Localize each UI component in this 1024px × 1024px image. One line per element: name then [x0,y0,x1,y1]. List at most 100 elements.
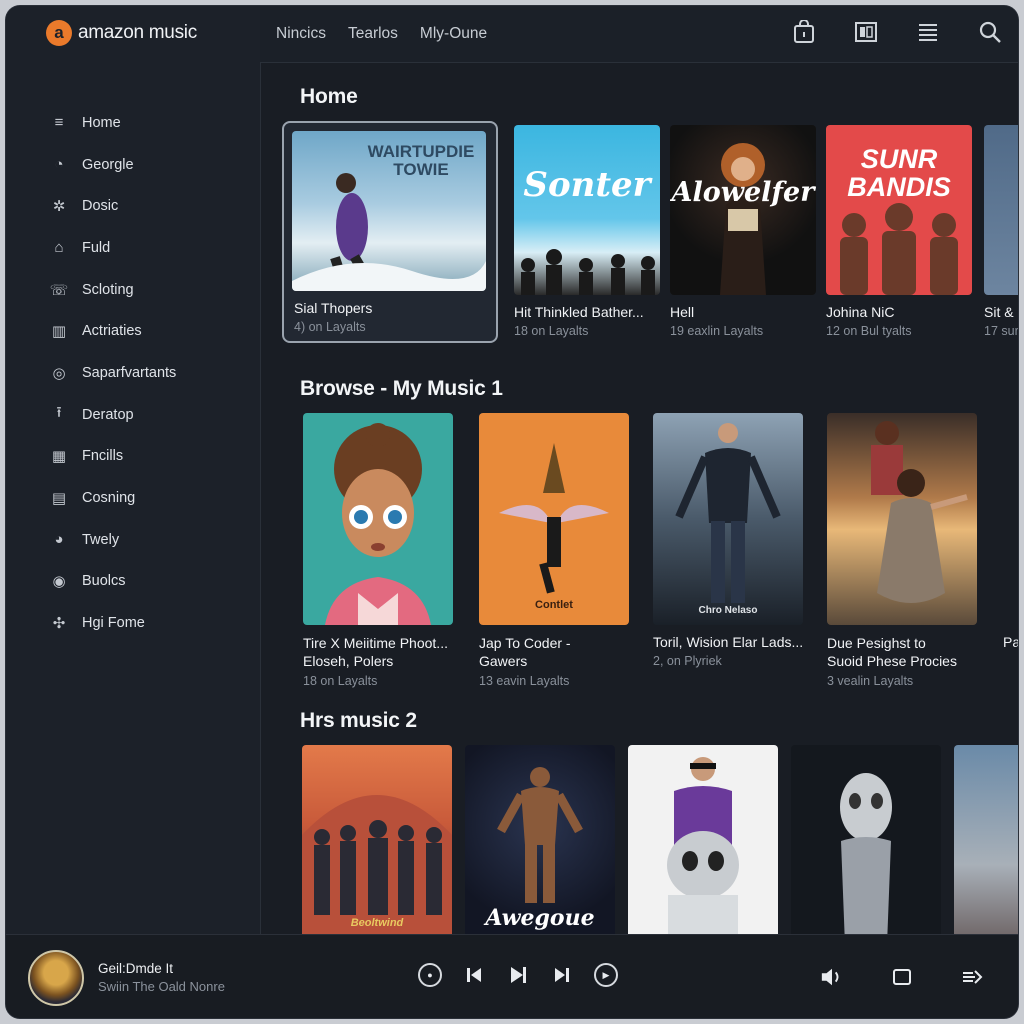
sidebar-item-fuld[interactable]: ⌂ Fuld [6,227,260,269]
sidebar-item-label: Scloting [82,281,134,298]
search-icon[interactable] [976,18,1004,46]
sidebar-item-scloting[interactable]: ☏ Scloting [6,269,260,311]
album-art [984,125,1018,295]
album-card[interactable]: Pa [1003,413,1018,650]
album-card[interactable] [954,745,1018,934]
library-icon[interactable] [852,18,880,46]
album-card[interactable] [628,745,778,934]
album-art: Alowelfer [670,125,816,295]
header-actions [790,18,1004,46]
brand-name: amazon music [78,22,197,43]
album-art: WAIRTUPDIE TOWIE [292,131,486,291]
album-title: Tire X Meiitime Phoot... Eloseh, Polers [303,635,448,669]
sidebar-item-dosic[interactable]: ✲ Dosic [6,185,260,227]
album-art [303,413,453,625]
puzzle-icon: ✣ [52,615,66,633]
album-card[interactable]: Beoltwind [302,745,452,934]
album-card[interactable] [791,745,941,934]
sidebar-item-label: Saparfvartants [82,364,177,381]
brand-logo[interactable]: a amazon music [46,20,197,46]
tab-tearlos[interactable]: Tearlos [348,25,398,43]
upload-icon: ⭱ [56,404,62,422]
album-title: Due Pesighst to Suoid Phese Procies [827,635,957,669]
album-subtitle: 18 on Layalts [514,324,589,338]
album-title: Hit Thinkled Bather... [514,304,644,320]
section-title-home: Home [300,85,358,108]
now-playing-artist[interactable]: Swiin The Oald Nonre [98,979,225,994]
chart-icon: ▥ [51,323,67,341]
album-card[interactable]: Awegoue [465,745,615,934]
sidebar-item-label: Actriaties [82,323,142,340]
sidebar-item-fncills[interactable]: ▦ Fncills [6,436,260,478]
phone-icon: ☏ [49,281,69,299]
sidebar-item-label: Home [82,114,121,131]
sidebar-item-buolcs[interactable]: ◉ Buolcs [6,561,260,603]
tab-mly-oune[interactable]: Mly-Oune [420,25,487,43]
sidebar-item-georgle[interactable]: ◔ Georgle [6,144,260,186]
miniplayer-icon[interactable] [890,965,914,989]
next-circle-icon[interactable]: ▶ [594,963,618,987]
sidebar-item-label: Hgi Fome [82,615,145,632]
playback-controls: ● ▶ [418,963,618,987]
album-card[interactable]: Sonter Hit Thinkled Bather... 18 on Laya… [514,125,660,338]
now-playing-artwork[interactable] [28,950,84,1006]
album-card[interactable]: Alowelfer Hell 19 eaxlin Layalts [670,125,816,338]
album-art-text: Beoltwind [350,917,404,929]
sidebar-item-label: Fncills [82,448,124,465]
album-art-text: Awegoue [485,905,595,931]
album-card[interactable]: Sit & 17 sur [984,125,1018,338]
sidebar-item-deratop[interactable]: ⭱ Deratop [6,394,260,436]
play-icon[interactable] [506,963,530,987]
album-title: Johina NiC [826,304,895,320]
section-title-browse: Browse - My Music 1 [300,377,503,400]
cloud-icon: ◕ [54,531,64,549]
clock-icon: ◔ [54,156,64,174]
album-art: Chro Nelaso [653,413,803,625]
bag-icon[interactable] [790,18,818,46]
queue-arrow-icon[interactable] [960,965,984,989]
album-title: Sial Thopers [294,300,373,316]
tab-nincics[interactable]: Nincics [276,25,326,43]
sidebar-item-label: Cosning [82,490,136,507]
player-bar: Geil:Dmde It Swiin The Oald Nonre ● ▶ [6,934,1018,1018]
settings-icon: ✲ [52,198,66,216]
queue-icon[interactable] [914,18,942,46]
sidebar-nav: ≡ Home ◔ Georgle ✲ Dosic ⌂ Fuld ☏ Scloting ▥ A… [6,102,260,644]
skip-forward-icon[interactable] [550,963,574,987]
album-art-text: Contlet [535,599,573,611]
album-subtitle: 18 on Layalts [303,674,378,688]
sidebar-item-saparfvartants[interactable]: ◎ Saparfvartants [6,352,260,394]
volume-icon[interactable] [820,965,844,989]
sidebar-item-label: Georgle [82,156,134,173]
sidebar: a amazon music ≡ Home ◔ Georgle ✲ Dosic ⌂ Fu… [6,6,261,934]
skip-back-icon[interactable] [462,963,486,987]
album-art [954,745,1018,934]
album-art [1003,413,1018,625]
sidebar-item-label: Deratop [82,406,134,423]
menu-icon: ≡ [54,114,64,132]
album-art-text: Chro Nelaso [698,605,758,616]
album-art [827,413,977,625]
album-card[interactable]: Contlet Jap To Coder - Gawers 13 eavin La… [479,413,629,688]
album-card[interactable]: WAIRTUPDIE TOWIE Sial Thopers 4) on Laya… [282,121,498,343]
album-card[interactable]: Chro Nelaso Toril, Wision Elar Lads... 2… [653,413,803,668]
home-icon: ⌂ [54,239,64,257]
album-card[interactable]: Tire X Meiitime Phoot... Eloseh, Polers 1… [303,413,453,688]
sidebar-item-cosning[interactable]: ▤ Cosning [6,477,260,519]
now-playing-title[interactable]: Geil:Dmde It [98,961,173,976]
sidebar-item-home[interactable]: ≡ Home [6,102,260,144]
sidebar-item-twely[interactable]: ◕ Twely [6,519,260,561]
album-title: Pa [1003,634,1018,650]
album-card[interactable]: SUNR BANDIS Johina NiC 12 on Bul tyalts [826,125,972,338]
album-subtitle: 3 vealin Layalts [827,674,914,688]
sidebar-item-hgi-fome[interactable]: ✣ Hgi Fome [6,602,260,644]
sidebar-item-actriaties[interactable]: ▥ Actriaties [6,310,260,352]
album-art [791,745,941,934]
sidebar-item-label: Buolcs [82,573,126,590]
album-subtitle: 17 sur [984,324,1018,338]
prev-circle-icon[interactable]: ● [418,963,442,987]
sidebar-item-label: Twely [82,531,120,548]
album-card[interactable]: Due Pesighst to Suoid Phese Procies 3 vea… [827,413,977,688]
album-art-text: Alowelfer [671,177,815,208]
section-title-hrs-music: Hrs music 2 [300,709,417,732]
